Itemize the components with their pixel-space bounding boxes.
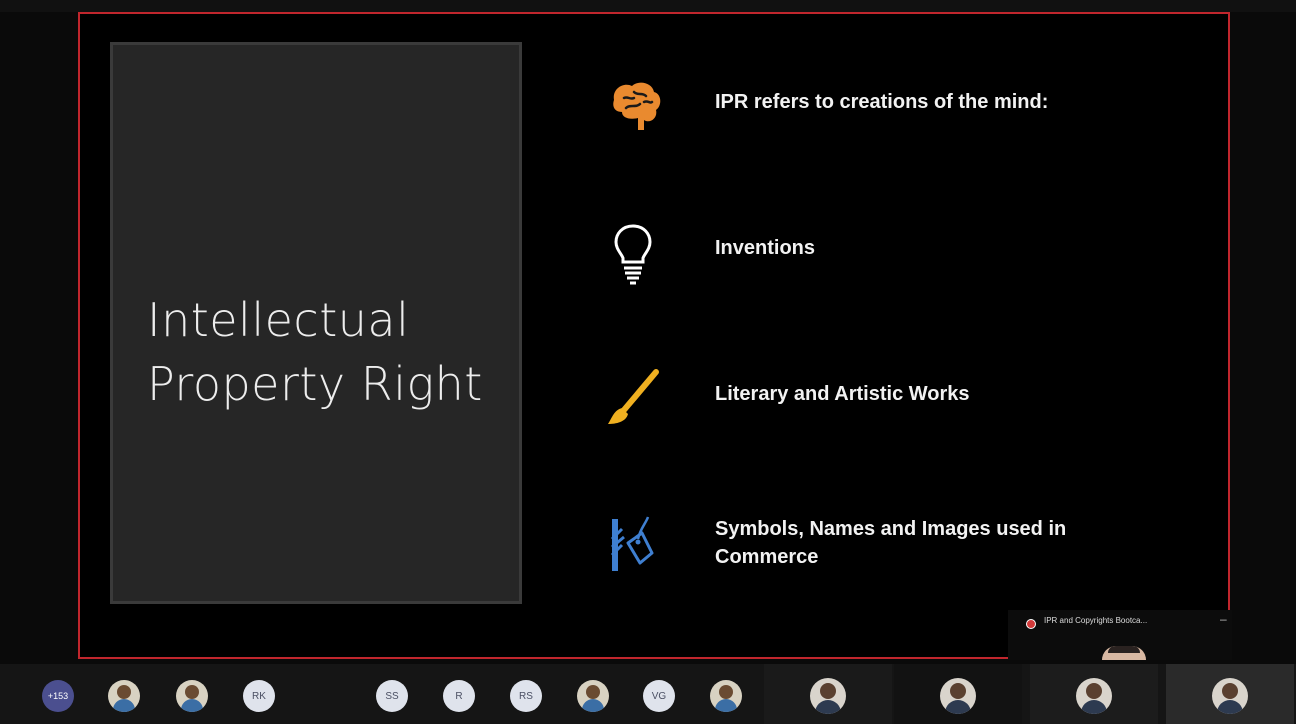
bullet-text-1: IPR refers to creations of the mind: xyxy=(715,91,1049,113)
participant-video-face xyxy=(940,678,976,714)
slide-title-line-2: Property Right xyxy=(147,357,483,411)
brain-icon xyxy=(600,72,670,142)
minimize-button[interactable]: – xyxy=(1220,612,1227,626)
participant-video-face xyxy=(810,678,846,714)
participant-video-tile[interactable] xyxy=(894,664,1022,724)
participant-avatar[interactable] xyxy=(710,680,742,712)
slide-bullet-1: IPR refers to creations of the mind: xyxy=(600,72,1200,142)
bullet-text-3: Literary and Artistic Works xyxy=(715,383,970,405)
participant-avatar[interactable]: R xyxy=(443,680,475,712)
bullet-text-4: Symbols, Names and Images used in Commer… xyxy=(715,515,1066,571)
slide-title-line-1: Intellectual xyxy=(147,293,410,347)
participant-avatar[interactable] xyxy=(176,680,208,712)
participant-avatar[interactable] xyxy=(108,680,140,712)
participant-video-tile[interactable] xyxy=(1030,664,1158,724)
bullet-text-2: Inventions xyxy=(715,237,816,259)
participant-avatar[interactable]: RS xyxy=(510,680,542,712)
participant-avatar[interactable]: RK xyxy=(243,680,275,712)
participant-bar: +153 RK SS R RS VG xyxy=(0,664,1296,724)
slide-bullet-4: Symbols, Names and Images used in Commer… xyxy=(600,509,1200,579)
participant-avatar[interactable]: VG xyxy=(643,680,675,712)
slide-bullet-2: Inventions xyxy=(600,218,1200,288)
lightbulb-icon xyxy=(600,218,670,288)
tag-icon xyxy=(600,509,670,579)
screen-share-frame: Intellectual Property Right IPR refers t… xyxy=(78,12,1230,659)
bullet-text-4-line-2: Commerce xyxy=(715,546,819,568)
recording-title: IPR and Copyrights Bootca... xyxy=(1044,616,1148,625)
participant-video-tile[interactable] xyxy=(1166,664,1294,724)
participant-video-tile[interactable] xyxy=(764,664,892,724)
presenter-video-thumbnail xyxy=(1102,646,1146,660)
participant-video-face xyxy=(1076,678,1112,714)
recording-indicator-icon xyxy=(1026,619,1036,629)
slide-title-card: Intellectual Property Right xyxy=(110,42,522,604)
recording-panel[interactable]: IPR and Copyrights Bootca... – xyxy=(1008,610,1232,660)
participant-avatar[interactable] xyxy=(577,680,609,712)
paintbrush-icon xyxy=(600,364,670,434)
participant-avatar[interactable]: SS xyxy=(376,680,408,712)
participant-video-face xyxy=(1212,678,1248,714)
top-strip xyxy=(0,0,1296,12)
slide-bullet-3: Literary and Artistic Works xyxy=(600,364,1200,434)
participant-overflow-count[interactable]: +153 xyxy=(42,680,74,712)
bullet-text-4-line-1: Symbols, Names and Images used in xyxy=(715,518,1067,540)
